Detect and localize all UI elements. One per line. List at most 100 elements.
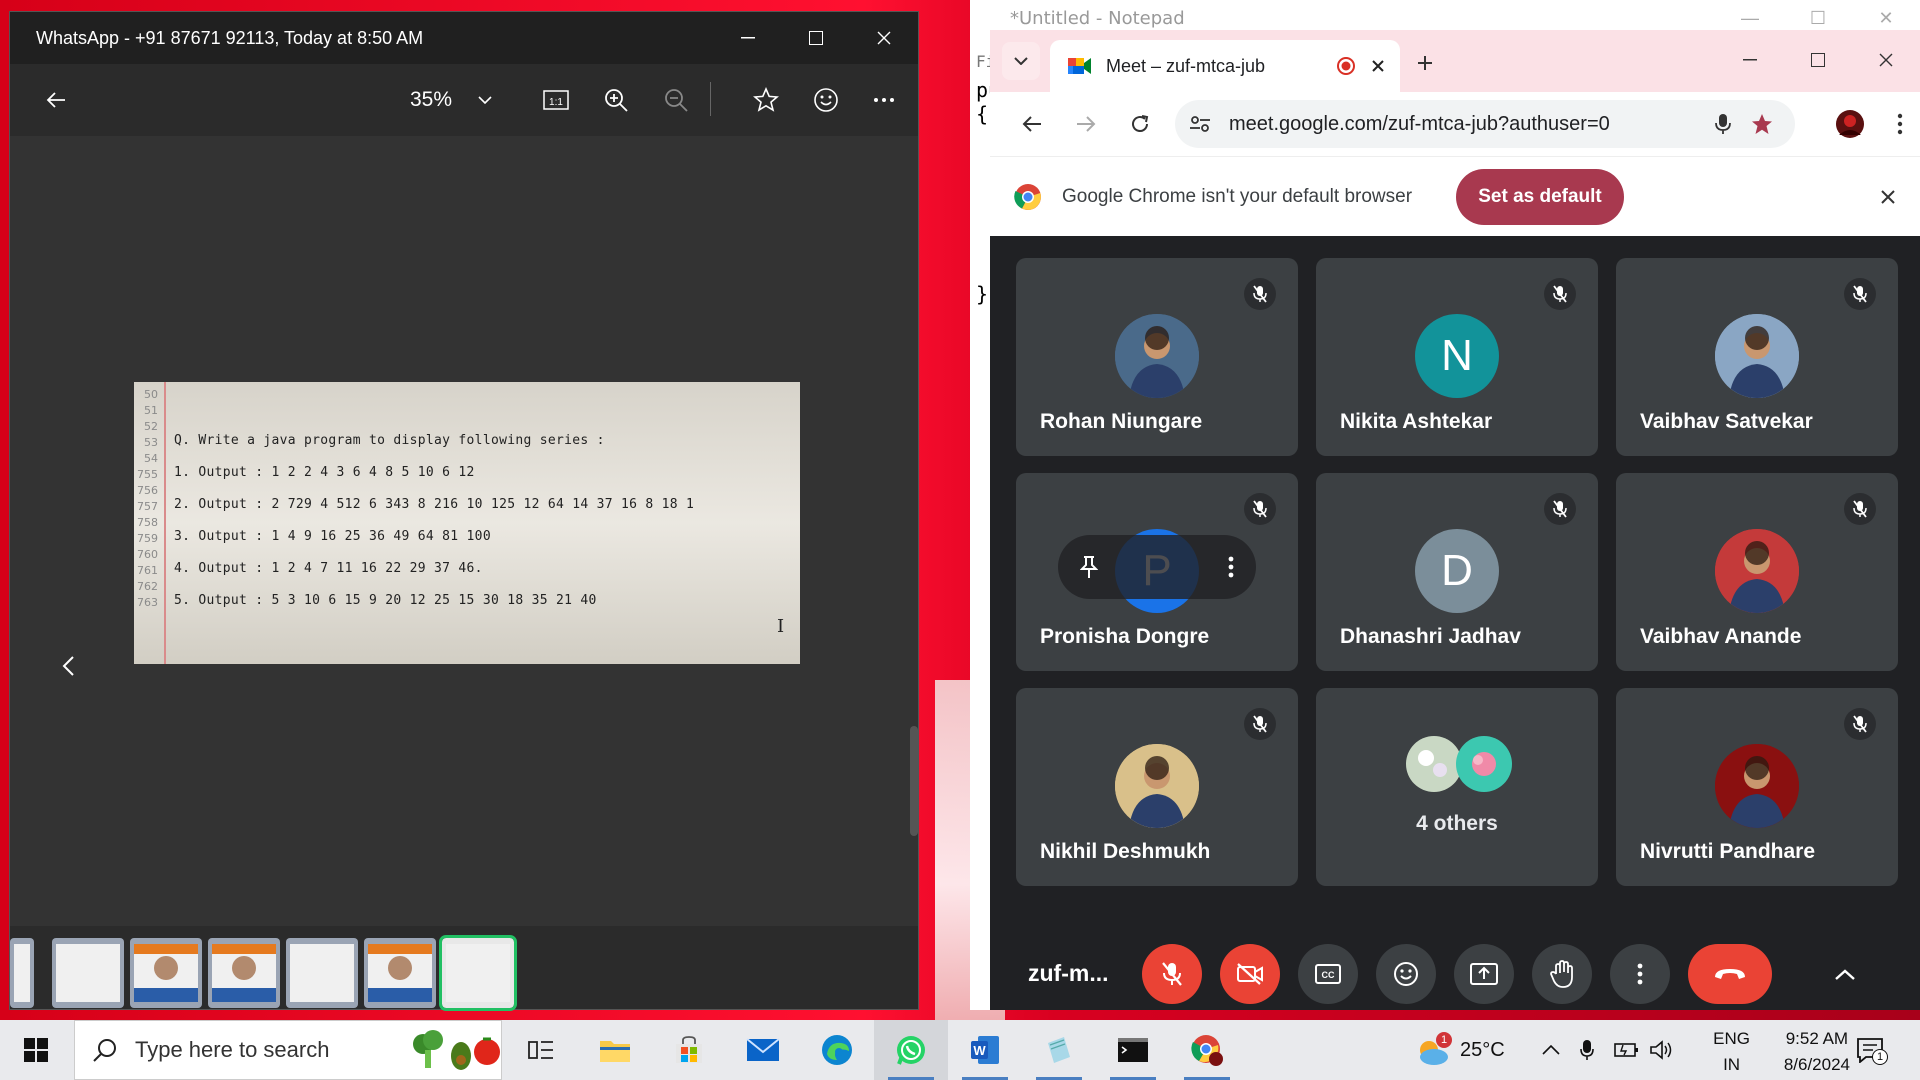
participant-tile[interactable]: N Nikita Ashtekar [1316, 258, 1598, 456]
chrome-close-button[interactable] [1852, 38, 1920, 82]
mic-off-button[interactable] [1142, 944, 1202, 1004]
photo-line-number: 758 [137, 516, 158, 529]
edge-button[interactable] [800, 1020, 874, 1080]
terminal-button[interactable] [1096, 1020, 1170, 1080]
new-tab-button[interactable] [1408, 46, 1442, 80]
mic-off-icon [1844, 708, 1876, 740]
filmstrip-thumbnail[interactable] [10, 938, 34, 1008]
whatsapp-button[interactable] [874, 1020, 948, 1080]
chevron-down-icon [478, 96, 492, 104]
clock[interactable]: 9:52 AM 8/6/2024 [1784, 1026, 1850, 1078]
camera-off-button[interactable] [1220, 944, 1280, 1004]
more-options-button[interactable] [1610, 944, 1670, 1004]
microphone-tray-icon[interactable] [1580, 1020, 1594, 1080]
reactions-button[interactable] [1376, 944, 1436, 1004]
participant-tile[interactable]: D Dhanashri Jadhav [1316, 473, 1598, 671]
photo-line-number: 761 [137, 564, 158, 577]
back-arrow-icon[interactable] [1014, 106, 1050, 142]
photo-line-number: 757 [137, 500, 158, 513]
file-explorer-button[interactable] [578, 1020, 652, 1080]
tab-close-icon[interactable] [1372, 60, 1384, 72]
participant-tile[interactable]: 4 others [1316, 688, 1598, 886]
microphone-icon[interactable] [1715, 113, 1731, 135]
clock-time: 9:52 AM [1785, 1029, 1849, 1048]
participant-tile[interactable]: Nivrutti Pandhare [1616, 688, 1898, 886]
word-button[interactable]: W [948, 1020, 1022, 1080]
more-options-icon[interactable] [860, 76, 908, 124]
participant-tile[interactable]: Vaibhav Satvekar [1616, 258, 1898, 456]
meet-stage: Rohan Niungare N Nikita Ashtekar Vaibhav Sa… [990, 240, 1920, 1010]
chrome-menu-icon[interactable] [1882, 106, 1918, 142]
back-arrow-icon[interactable] [32, 76, 80, 124]
bookmark-star-icon[interactable] [1751, 113, 1773, 135]
filmstrip-thumbnail[interactable] [439, 935, 517, 1011]
emoji-icon[interactable] [802, 76, 850, 124]
photos-close-button[interactable] [850, 12, 918, 64]
pin-icon[interactable] [1080, 555, 1098, 579]
chevron-up-icon[interactable] [1830, 960, 1860, 990]
photos-titlebar: WhatsApp - +91 87671 92113, Today at 8:5… [10, 12, 918, 64]
camera-off-icon [1237, 963, 1263, 985]
volume-icon[interactable] [1650, 1020, 1674, 1080]
filmstrip-thumbnail[interactable] [286, 938, 358, 1008]
favorite-star-icon[interactable] [742, 76, 790, 124]
notifications-button[interactable]: 1 [1856, 1020, 1888, 1080]
tab-meet[interactable]: Meet – zuf-mtca-jub [1050, 40, 1400, 92]
site-settings-icon[interactable] [1189, 114, 1211, 134]
language-indicator[interactable]: ENG IN [1713, 1026, 1750, 1078]
default-browser-infobar: Google Chrome isn't your default browser… [990, 156, 1920, 236]
filmstrip-thumbnail[interactable] [130, 938, 202, 1008]
photos-maximize-button[interactable] [782, 12, 850, 64]
url-text: meet.google.com/zuf-mtca-jub?authuser=0 [1229, 112, 1610, 135]
meet-logo-icon [1068, 56, 1092, 76]
participant-tile[interactable]: PPronisha Dongre [1016, 473, 1298, 671]
actual-size-icon[interactable]: 1:1 [532, 76, 580, 124]
previous-photo-icon[interactable] [48, 636, 88, 696]
infobar-close-icon[interactable] [1872, 181, 1904, 213]
photo-line-number: 762 [137, 580, 158, 593]
participant-tile[interactable]: Vaibhav Anande [1616, 473, 1898, 671]
notepad-button[interactable] [1022, 1020, 1096, 1080]
chrome-minimize-button[interactable] [1716, 38, 1784, 82]
participant-tile[interactable]: Rohan Niungare [1016, 258, 1298, 456]
photos-minimize-button[interactable] [714, 12, 782, 64]
captions-icon: CC [1315, 964, 1341, 984]
chrome-button[interactable] [1170, 1020, 1244, 1080]
set-as-default-button[interactable]: Set as default [1456, 169, 1624, 225]
zoom-dropdown[interactable]: 35% [410, 88, 492, 112]
zoom-out-icon[interactable] [652, 76, 700, 124]
present-screen-button[interactable] [1454, 944, 1514, 1004]
weather-widget[interactable]: 1 25°C [1414, 1020, 1505, 1080]
chrome-maximize-button[interactable] [1784, 38, 1852, 82]
chevron-down-icon [1014, 57, 1028, 65]
address-bar[interactable]: meet.google.com/zuf-mtca-jub?authuser=0 [1175, 100, 1795, 148]
profile-avatar[interactable] [1832, 106, 1868, 142]
show-hidden-icons-button[interactable] [1542, 1020, 1560, 1080]
battery-icon[interactable] [1614, 1020, 1640, 1080]
mic-off-icon [1544, 278, 1576, 310]
more-vert-icon[interactable] [1228, 556, 1234, 578]
start-button[interactable] [0, 1020, 72, 1080]
others-count-label: 4 others [1416, 812, 1498, 835]
scrollbar-thumb[interactable] [910, 726, 918, 836]
microsoft-store-button[interactable] [652, 1020, 726, 1080]
captions-button[interactable]: CC [1298, 944, 1358, 1004]
task-view-button[interactable] [504, 1020, 578, 1080]
participant-tile[interactable]: Nikhil Deshmukh [1016, 688, 1298, 886]
raise-hand-button[interactable] [1532, 944, 1592, 1004]
mic-off-icon [1244, 493, 1276, 525]
photo-line-number: 755 [137, 468, 158, 481]
tile-hover-controls [1058, 535, 1256, 599]
zoom-level: 35% [410, 88, 453, 111]
zoom-in-icon[interactable] [592, 76, 640, 124]
filmstrip-thumbnail[interactable] [52, 938, 124, 1008]
forward-arrow-icon[interactable] [1068, 106, 1104, 142]
whatsapp-icon [897, 1036, 925, 1065]
taskbar-search-box[interactable]: Type here to search [74, 1020, 502, 1080]
tab-search-button[interactable] [1002, 42, 1040, 80]
mail-button[interactable] [726, 1020, 800, 1080]
filmstrip-thumbnail[interactable] [208, 938, 280, 1008]
leave-call-button[interactable] [1688, 944, 1772, 1004]
filmstrip-thumbnail[interactable] [364, 938, 436, 1008]
reload-icon[interactable] [1122, 106, 1158, 142]
